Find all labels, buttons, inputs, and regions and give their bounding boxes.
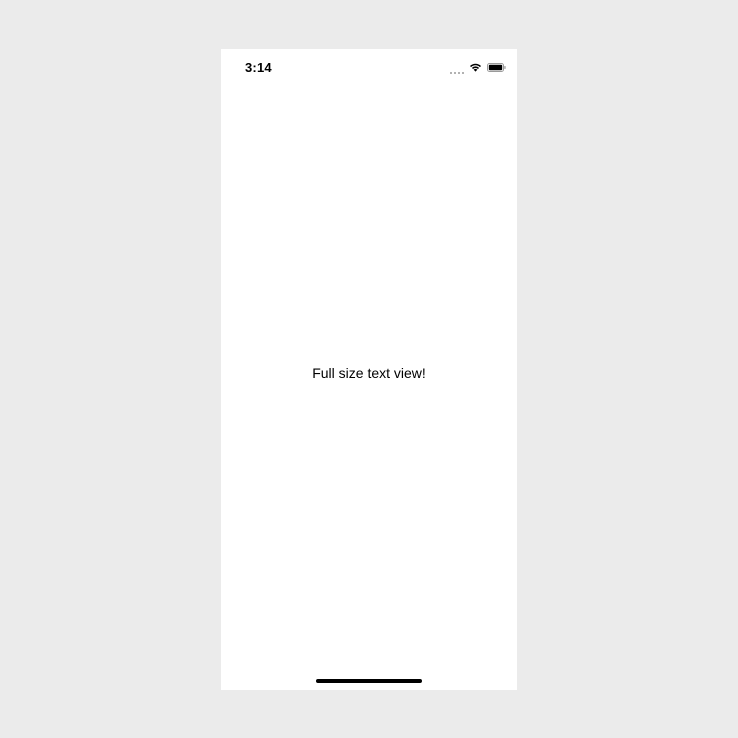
battery-icon bbox=[487, 62, 506, 72]
full-size-text-view: Full size text view! bbox=[312, 365, 426, 381]
home-indicator[interactable] bbox=[316, 679, 422, 683]
simulator-background: 3:14 Full size text view! bbox=[0, 0, 738, 738]
phone-screen: 3:14 Full size text view! bbox=[221, 49, 517, 690]
wifi-icon bbox=[469, 62, 482, 72]
status-icons bbox=[450, 60, 506, 74]
cellular-signal-icon bbox=[450, 60, 464, 74]
status-bar: 3:14 bbox=[221, 49, 517, 85]
status-time: 3:14 bbox=[245, 60, 272, 75]
